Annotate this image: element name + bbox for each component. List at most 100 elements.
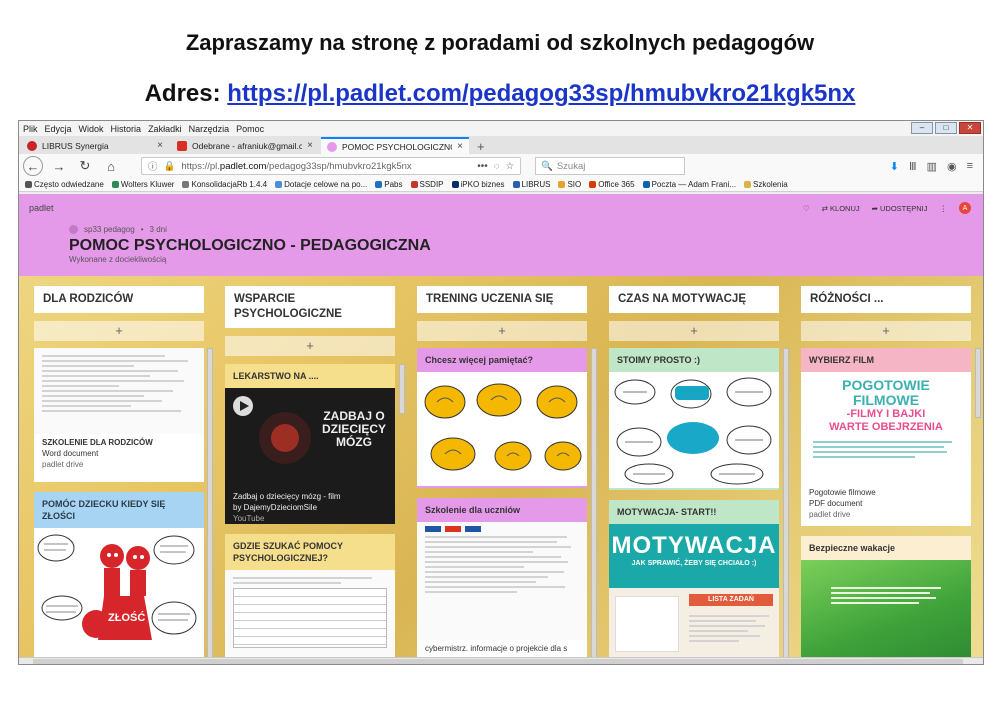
scroll-thumb[interactable] — [33, 659, 963, 664]
url-bar[interactable]: ⓘ 🔒 https://pl.padlet.com/pedagog33sp/hm… — [141, 157, 521, 175]
tab-gmail[interactable]: Odebrane - afraniuk@gmail.co × — [171, 137, 319, 154]
download-icon[interactable]: ⬇ — [890, 160, 899, 173]
menu-bar: Plik Edycja Widok Historia Zakładki Narz… — [19, 121, 983, 136]
bookmark-item[interactable]: Wolters Kluwer — [111, 180, 174, 189]
new-tab-icon[interactable]: + — [471, 139, 491, 154]
close-tab-icon[interactable]: × — [457, 141, 463, 152]
page-actions-icon[interactable]: ••• — [477, 161, 488, 172]
horizontal-scrollbar[interactable] — [19, 657, 983, 664]
add-post-button[interactable]: + — [417, 321, 587, 341]
more-icon[interactable]: ⋮ — [940, 204, 948, 213]
tab-padlet[interactable]: POMOC PSYCHOLOGICZNO - ... × — [321, 137, 469, 154]
menu-edycja[interactable]: Edycja — [45, 124, 72, 134]
post-lekarstwo[interactable]: LEKARSTWO NA .... ZADBAJ O DZIECIĘCY MÓZ… — [225, 364, 395, 524]
task-list-image: LISTA ZADAŃ — [609, 588, 779, 662]
post-gdzie-szukac[interactable]: GDZIE SZUKAĆ POMOCY PSYCHOLOGICZNEJ? — [225, 534, 395, 662]
bookmark-item[interactable]: KonsolidacjaRb 1.4.4 — [182, 180, 267, 189]
pocket-icon[interactable]: ◌ — [494, 161, 500, 172]
add-post-button[interactable]: + — [609, 321, 779, 341]
address-line: Adres: https://pl.padlet.com/pedagog33sp… — [0, 80, 1000, 108]
attachment-info: Pogotowie filmowe PDF document padlet dr… — [801, 484, 971, 526]
banner-tagline: JAK SPRAWIĆ, ŻEBY SIĘ CHCIAŁO :) — [631, 560, 757, 567]
share-button[interactable]: ➦ UDOSTĘPNIJ — [872, 204, 928, 213]
bookmark-item[interactable]: iPKO biznes — [451, 180, 505, 189]
column-title: TRENING UCZENIA SIĘ — [417, 286, 587, 313]
close-tab-icon[interactable]: × — [157, 140, 163, 151]
search-placeholder: Szukaj — [556, 160, 586, 172]
search-input[interactable]: 🔍 Szukaj — [535, 157, 685, 175]
column-scrollbar[interactable] — [591, 348, 597, 662]
post-wybierz-film[interactable]: WYBIERZ FILM POGOTOWIE FILMOWE -FILMY I … — [801, 348, 971, 526]
post-motywacja-start[interactable]: MOTYWACJA- START!! MOTYWACJA JAK SPRAWIĆ… — [609, 500, 779, 662]
clone-button[interactable]: ⇄ KLONUJ — [822, 204, 860, 213]
menu-plik[interactable]: Plik — [23, 124, 38, 134]
address-link[interactable]: https://pl.padlet.com/pedagog33sp/hmubvk… — [227, 80, 855, 107]
attachment-type: PDF document — [809, 499, 863, 508]
column-scrollbar[interactable] — [399, 364, 405, 414]
sidebar-icon[interactable]: ▥ — [927, 160, 937, 173]
bookmark-item[interactable]: SSDIP — [410, 180, 444, 189]
close-tab-icon[interactable]: × — [307, 140, 313, 151]
author-name[interactable]: sp33 pedagog — [84, 225, 135, 234]
bookmark-item[interactable]: Pabs — [375, 180, 403, 189]
document-preview — [225, 570, 395, 660]
url-text: https://pl.padlet.com/pedagog33sp/hmubvk… — [181, 160, 412, 172]
avatar[interactable]: A — [959, 202, 971, 214]
bookmark-item[interactable]: Poczta — Adam Frani... — [642, 180, 736, 189]
padlet-title: POMOC PSYCHOLOGICZNO - PEDAGOGICZNA — [69, 237, 431, 254]
poster-line-3: -FILMY I BAJKI — [846, 408, 926, 420]
column-scrollbar[interactable] — [783, 348, 789, 662]
post-szkolenie-dla-uczniow[interactable]: Szkolenie dla uczniów cybermistrz. infor… — [417, 498, 587, 662]
add-post-button[interactable]: + — [225, 336, 395, 356]
tab-librus[interactable]: LIBRUS Synergia × — [21, 137, 169, 154]
post-szkolenie-dla-rodzicow[interactable]: SZKOLENIE DLA RODZICÓW Word document pad… — [34, 348, 204, 482]
paper-note — [615, 596, 679, 652]
post-title: Szkolenie dla uczniów — [425, 505, 521, 515]
padlet-subtitle: Wykonane z dociekliwością — [69, 255, 167, 264]
lock-icon: 🔒 — [163, 160, 176, 172]
post-title: STOIMY PROSTO :) — [617, 355, 701, 365]
padlet-logo[interactable]: padlet — [29, 203, 54, 213]
menu-narzedzia[interactable]: Narzędzia — [189, 124, 230, 134]
post-pomoc-dziecku[interactable]: POMÓC DZIECKU KIEDY SIĘ ZŁOŚCI ZŁOŚĆ — [34, 492, 204, 662]
bookmark-item[interactable]: LIBRUS — [512, 180, 550, 189]
bookmark-item[interactable]: Często odwiedzane — [25, 180, 104, 189]
account-icon[interactable]: ◉ — [947, 160, 957, 173]
bookmark-item[interactable]: Office 365 — [589, 180, 635, 189]
column-wsparcie: WSPARCIE PSYCHOLOGICZNE + — [225, 286, 395, 356]
back-icon[interactable]: ← — [23, 156, 43, 176]
video-thumbnail[interactable]: ZADBAJ O DZIECIĘCY MÓZG — [225, 388, 395, 488]
bookmark-star-icon[interactable]: ☆ — [505, 161, 514, 172]
column-title: WSPARCIE PSYCHOLOGICZNE — [225, 286, 395, 328]
home-icon[interactable]: ⌂ — [101, 156, 121, 176]
poster-line-1: POGOTOWIE — [842, 377, 930, 393]
column-scrollbar[interactable] — [207, 348, 213, 662]
post-title: SZKOLENIE DLA RODZICÓW — [42, 438, 153, 447]
comic-illustration — [37, 534, 197, 640]
bookmark-item[interactable]: SIO — [558, 180, 581, 189]
library-icon[interactable]: Ⅲ — [909, 160, 917, 173]
post-stoimy-prosto[interactable]: STOIMY PROSTO :) — [609, 348, 779, 490]
author-avatar — [69, 225, 78, 234]
bookmark-item[interactable]: Szkolenia — [744, 180, 788, 189]
post-pamiec[interactable]: Chcesz więcej pamiętać? — [417, 348, 587, 488]
forward-icon[interactable]: → — [49, 156, 69, 176]
post-bezpieczne-wakacje[interactable]: Bezpieczne wakacje — [801, 536, 971, 662]
hamburger-menu-icon[interactable]: ≡ — [967, 160, 973, 173]
menu-historia[interactable]: Historia — [111, 124, 142, 134]
heart-icon[interactable]: ♡ — [803, 204, 810, 213]
minimize-icon[interactable]: – — [911, 122, 933, 134]
add-post-button[interactable]: + — [801, 321, 971, 341]
close-window-icon[interactable]: ✕ — [959, 122, 981, 134]
post-title: POMÓC DZIECKU KIEDY SIĘ ZŁOŚCI — [42, 499, 166, 521]
column-scrollbar[interactable] — [975, 348, 981, 418]
bookmark-item[interactable]: Dotacje celowe na po... — [275, 180, 367, 189]
menu-widok[interactable]: Widok — [79, 124, 104, 134]
info-icon[interactable]: ⓘ — [148, 159, 158, 173]
menu-zakladki[interactable]: Zakładki — [148, 124, 182, 134]
menu-pomoc[interactable]: Pomoc — [236, 124, 264, 134]
tab-label: Odebrane - afraniuk@gmail.co — [192, 140, 303, 151]
maximize-icon[interactable]: □ — [935, 122, 957, 134]
reload-icon[interactable]: ↻ — [75, 156, 95, 176]
add-post-button[interactable]: + — [34, 321, 204, 341]
